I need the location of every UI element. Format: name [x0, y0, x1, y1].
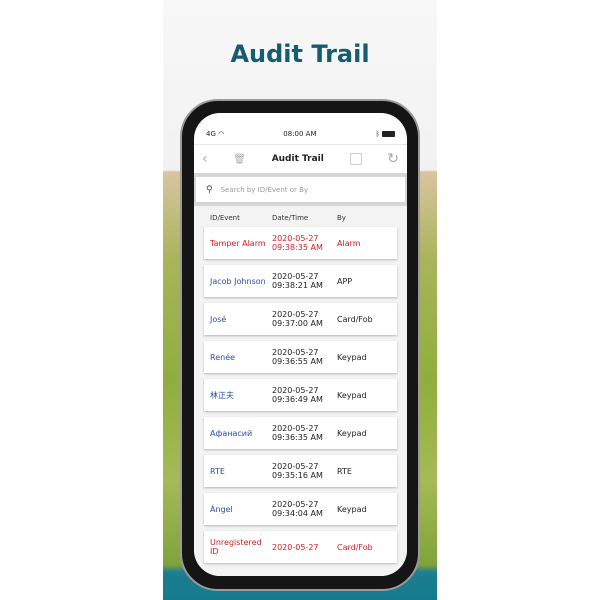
row-datetime: 2020-05-27 09:38:21 AM — [272, 272, 337, 290]
row-time: 09:36:49 AM — [272, 395, 323, 404]
search-input[interactable]: ⚲ Search by ID/Event or By — [196, 177, 405, 202]
nav-bar: ‹ 🗑 Audit Trail ↻ — [194, 145, 407, 173]
row-by: Card/Fob — [337, 314, 373, 324]
column-header: ID/Event — [210, 214, 240, 222]
row-date: 2020-05-27 — [272, 234, 319, 243]
row-date: 2020-05-27 — [272, 462, 319, 471]
row-by: APP — [337, 276, 353, 286]
row-id: Афанасий — [210, 428, 253, 438]
back-icon[interactable]: ‹ — [202, 151, 208, 167]
audit-list[interactable]: ID/Event Date/Time By Tamper Alarm 2020-… — [194, 206, 407, 576]
row-time: 09:38:21 AM — [272, 281, 323, 290]
row-time: 09:35:16 AM — [272, 471, 323, 480]
row-by: RTE — [337, 466, 352, 476]
column-header: By — [337, 214, 346, 222]
table-row[interactable]: Ángel 2020-05-27 09:34:04 AM Keypad — [204, 493, 397, 525]
row-datetime: 2020-05-27 09:38:35 AM — [272, 234, 337, 252]
row-datetime: 2020-05-27 09:36:55 AM — [272, 348, 337, 366]
row-date: 2020-05-27 — [272, 386, 319, 395]
row-id: Jacob Johnson — [210, 276, 266, 286]
table-row[interactable]: Renée 2020-05-27 09:36:55 AM Keypad — [204, 341, 397, 373]
bluetooth-icon: ᛒ — [375, 129, 380, 138]
row-date: 2020-05-27 — [272, 310, 319, 319]
row-by: Keypad — [337, 428, 367, 438]
table-row[interactable]: RTE 2020-05-27 09:35:16 AM RTE — [204, 455, 397, 487]
row-datetime: 2020-05-27 09:37:00 AM — [272, 310, 337, 328]
row-datetime: 2020-05-27 09:36:35 AM — [272, 424, 337, 442]
row-date: 2020-05-27 — [272, 424, 319, 433]
table-row[interactable]: Афанасий 2020-05-27 09:36:35 AM Keypad — [204, 417, 397, 449]
row-date: 2020-05-27 — [272, 542, 319, 552]
search-container: ⚲ Search by ID/Event or By — [194, 173, 407, 206]
row-id: Renée — [210, 352, 236, 362]
page-title: Audit Trail — [230, 40, 370, 68]
row-id: RTE — [210, 466, 225, 476]
table-row[interactable]: 林正夫 2020-05-27 09:36:49 AM Keypad — [204, 379, 397, 411]
row-by: Keypad — [337, 390, 367, 400]
column-header: Date/Time — [272, 214, 309, 222]
row-id: Unregistered ID — [210, 538, 262, 556]
battery-icon — [382, 130, 395, 137]
row-time: 09:38:35 AM — [272, 243, 323, 252]
network-label: 4G — [206, 129, 216, 138]
table-row[interactable]: José 2020-05-27 09:37:00 AM Card/Fob — [204, 303, 397, 335]
nav-title: Audit Trail — [271, 154, 324, 164]
wifi-icon: ◠ — [218, 129, 225, 138]
table-row[interactable]: Unregistered ID 2020-05-27 Card/Fob — [204, 531, 397, 563]
row-time: 09:36:35 AM — [272, 433, 323, 442]
row-by: Alarm — [337, 238, 361, 248]
search-icon: ⚲ — [206, 184, 213, 195]
row-id: José — [210, 314, 227, 324]
table-row[interactable]: Tamper Alarm 2020-05-27 09:38:35 AM Alarm — [204, 227, 397, 259]
row-date: 2020-05-27 — [272, 348, 319, 357]
row-id: Tamper Alarm — [210, 238, 266, 248]
row-time: 09:37:00 AM — [272, 319, 323, 328]
row-id: 林正夫 — [210, 390, 234, 400]
row-id: Ángel — [210, 504, 233, 514]
table-header: ID/Event Date/Time By — [204, 206, 397, 227]
row-by: Keypad — [337, 352, 367, 362]
row-date: 2020-05-27 — [272, 500, 319, 509]
phone-screen: 4G ◠ 08:00 AM ᛒ ‹ 🗑 Audit Trail ↻ ⚲ Sear… — [194, 113, 407, 576]
row-time: 09:34:04 AM — [272, 509, 323, 518]
row-by: Card/Fob — [337, 542, 373, 552]
row-datetime: 2020-05-27 09:36:49 AM — [272, 386, 337, 404]
row-date: 2020-05-27 — [272, 272, 319, 281]
row-datetime: 2020-05-27 09:34:04 AM — [272, 500, 337, 518]
status-bar: 4G ◠ 08:00 AM ᛒ — [194, 123, 407, 145]
row-datetime: 2020-05-27 — [272, 543, 337, 552]
clock: 08:00 AM — [283, 129, 317, 138]
refresh-icon[interactable]: ↻ — [387, 151, 399, 167]
row-time: 09:36:55 AM — [272, 357, 323, 366]
save-icon[interactable] — [349, 153, 362, 165]
row-by: Keypad — [337, 504, 367, 514]
search-placeholder: Search by ID/Event or By — [220, 185, 309, 194]
table-row[interactable]: Jacob Johnson 2020-05-27 09:38:21 AM APP — [204, 265, 397, 297]
trash-icon[interactable]: 🗑 — [233, 154, 246, 165]
row-datetime: 2020-05-27 09:35:16 AM — [272, 462, 337, 480]
